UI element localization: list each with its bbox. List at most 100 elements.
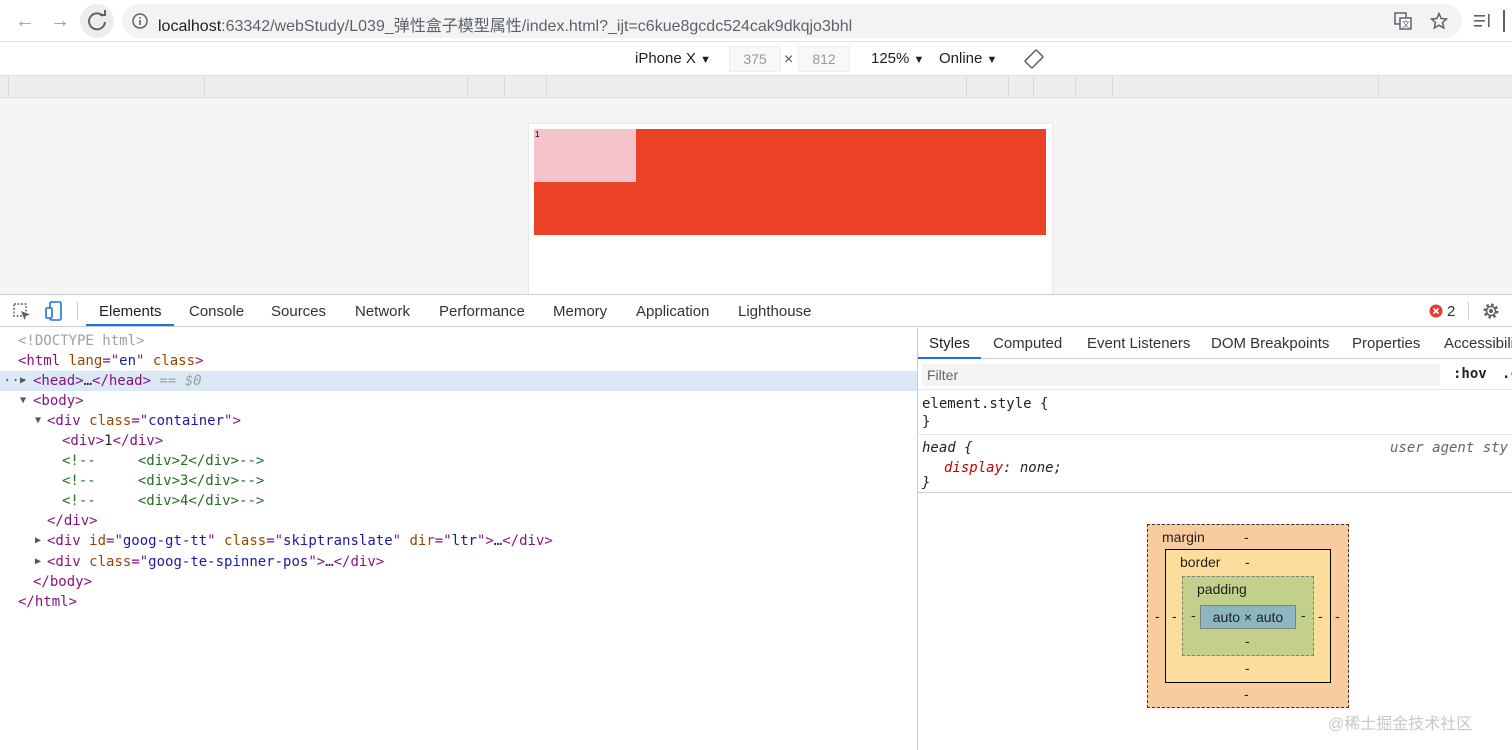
box-model-margin[interactable]: margin - - - - border - - - - padding - … [1147, 524, 1349, 708]
devtools-panel: Elements Console Sources Network Perform… [0, 294, 1512, 750]
doctype-node[interactable]: <!DOCTYPE html> [18, 331, 144, 351]
goog-id-value: goog-gt-tt [122, 533, 208, 549]
padding-bottom-value: - [1245, 633, 1250, 649]
tab-computed[interactable]: Computed [993, 335, 1062, 352]
expand-arrow-icon[interactable]: ▶ [35, 531, 41, 551]
html-node[interactable]: <html lang="en" class> [18, 351, 203, 371]
property-value: none; [1019, 460, 1063, 476]
hov-toggle[interactable]: :hov [1453, 366, 1487, 382]
html-close-tag[interactable]: </html> [18, 592, 77, 612]
zoom-select[interactable]: 125% ▼ [871, 50, 924, 67]
url-host: localhost [158, 18, 222, 35]
cls-toggle[interactable]: .c [1502, 366, 1512, 382]
tab-memory[interactable]: Memory [553, 303, 607, 320]
emulated-page[interactable]: 1 [529, 124, 1052, 296]
box-model-content[interactable]: auto × auto [1200, 605, 1296, 629]
menu-icon[interactable] [1503, 10, 1507, 32]
child-div-node[interactable]: <div>1</div> [62, 431, 163, 451]
head-rule-selector: head { [922, 438, 973, 458]
comment-text: <div>2</div> [137, 453, 240, 469]
comment-text: <div>3</div> [137, 473, 240, 489]
back-icon[interactable]: ← [10, 6, 40, 36]
device-toggle-icon[interactable] [44, 300, 66, 322]
elements-tree: <!DOCTYPE html> <html lang="en" class> ·… [0, 328, 917, 750]
selector-text: head [922, 440, 956, 456]
spinner-node[interactable]: <div class="goog-te-spinner-pos">…</div> [47, 552, 384, 572]
head-node[interactable]: <head>…</head> == $0 [33, 371, 202, 391]
spinner-class-value: goog-te-spinner-pos [148, 554, 309, 570]
tab-event-listeners[interactable]: Event Listeners [1087, 335, 1190, 352]
bookmark-star-icon[interactable] [1430, 12, 1448, 30]
tab-properties[interactable]: Properties [1352, 335, 1420, 352]
error-icon[interactable] [1429, 304, 1443, 318]
reload-button[interactable] [80, 4, 114, 38]
ruler-divider [1075, 76, 1076, 98]
url-path: :63342/webStudy/L039_弹性盒子模型属性/index.html… [221, 18, 853, 35]
error-count[interactable]: 2 [1447, 303, 1455, 320]
tab-application[interactable]: Application [636, 303, 709, 320]
tab-network[interactable]: Network [355, 303, 410, 320]
ruler-divider [546, 76, 547, 98]
padding-left-value: - [1191, 607, 1196, 623]
margin-label: margin [1162, 529, 1205, 545]
sidebar-tabbar: Styles Computed Event Listeners DOM Brea… [918, 328, 1512, 359]
flex-container: 1 [534, 129, 1046, 235]
width-input[interactable]: 375 [729, 46, 781, 72]
forward-icon[interactable]: → [45, 6, 75, 36]
active-tab-indicator [918, 357, 981, 359]
height-input[interactable]: 812 [798, 46, 850, 72]
comment-node[interactable]: <!-- <div>2</div>--> [62, 451, 264, 471]
body-close-tag[interactable]: </body> [33, 572, 92, 592]
devtools-tabbar: Elements Console Sources Network Perform… [0, 295, 1512, 327]
ruler-divider [1008, 76, 1009, 98]
comment-node[interactable]: <!-- <div>3</div>--> [62, 471, 264, 491]
tab-accessibility[interactable]: Accessibili [1444, 335, 1512, 352]
ruler-divider [8, 76, 9, 98]
tab-elements[interactable]: Elements [99, 303, 162, 320]
reading-list-icon[interactable] [1474, 13, 1492, 29]
container-close-tag[interactable]: </div> [47, 511, 98, 531]
box-model-padding[interactable]: padding - - - auto × auto [1182, 576, 1314, 656]
rule-close-brace: } [922, 414, 931, 430]
media-query-bar[interactable] [0, 76, 1512, 98]
head-rule[interactable]: head { user agent sty display: none; } [918, 435, 1512, 493]
padding-right-value: - [1301, 607, 1306, 623]
margin-right-value: - [1335, 608, 1340, 624]
dropdown-caret-icon: ▼ [986, 54, 998, 66]
settings-gear-icon[interactable] [1481, 301, 1501, 321]
goog-gt-tt-node[interactable]: <div id="goog-gt-tt" class="skiptranslat… [47, 531, 553, 551]
collapse-arrow-icon[interactable]: ▼ [20, 391, 26, 411]
styles-sidebar: Styles Computed Event Listeners DOM Brea… [918, 328, 1512, 750]
tab-console[interactable]: Console [189, 303, 244, 320]
goog-dir-value: ltr [451, 533, 477, 549]
body-node[interactable]: <body> [33, 391, 84, 411]
collapse-arrow-icon[interactable]: ▼ [35, 411, 41, 431]
tab-styles[interactable]: Styles [929, 335, 970, 352]
element-style-rule[interactable]: element.style { } [918, 391, 1512, 435]
tab-separator [1468, 302, 1469, 320]
filter-input[interactable] [922, 364, 1440, 386]
rotate-icon[interactable] [1024, 49, 1044, 69]
margin-left-value: - [1155, 608, 1160, 624]
tab-lighthouse[interactable]: Lighthouse [738, 303, 811, 320]
ruler-divider [1033, 76, 1034, 98]
active-tab-indicator [86, 324, 174, 326]
tab-dom-breakpoints[interactable]: DOM Breakpoints [1211, 335, 1329, 352]
comment-node[interactable]: <!-- <div>4</div>--> [62, 491, 264, 511]
inspect-element-icon[interactable] [12, 302, 32, 322]
info-icon[interactable] [132, 13, 148, 29]
device-select[interactable]: iPhone X ▼ [635, 50, 711, 67]
svg-text:文: 文 [1402, 19, 1410, 29]
box-model-border[interactable]: border - - - - padding - - - auto × auto [1165, 549, 1331, 683]
property-name: display [944, 460, 1004, 476]
url-text[interactable]: localhost:63342/webStudy/L039_弹性盒子模型属性/i… [158, 12, 852, 36]
expand-arrow-icon[interactable]: ▶ [20, 371, 26, 391]
goog-class-value: skiptranslate [283, 533, 393, 549]
translate-icon[interactable]: 文 [1394, 12, 1412, 30]
expand-arrow-icon[interactable]: ▶ [35, 552, 41, 572]
container-node[interactable]: <div class="container"> [47, 411, 241, 431]
tab-performance[interactable]: Performance [439, 303, 525, 320]
tab-sources[interactable]: Sources [271, 303, 326, 320]
collapsed-ellipsis: … [83, 373, 93, 389]
network-select[interactable]: Online ▼ [939, 50, 997, 67]
